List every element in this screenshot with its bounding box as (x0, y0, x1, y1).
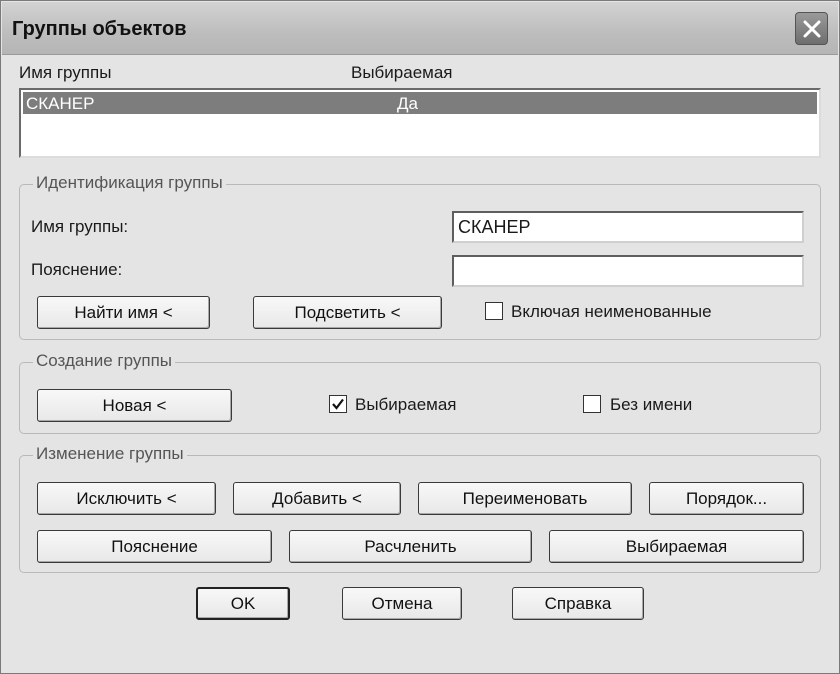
rename-button[interactable]: Переименовать (418, 482, 632, 515)
checkmark-icon (332, 398, 344, 410)
ok-button[interactable]: OK (196, 587, 290, 620)
unnamed-label: Без имени (610, 395, 693, 414)
create-title: Создание группы (33, 351, 175, 371)
description-field[interactable] (452, 255, 804, 287)
identification-title: Идентификация группы (33, 173, 226, 193)
description-button[interactable]: Пояснение (37, 530, 272, 563)
groups-list[interactable]: СКАНЕР Да (19, 88, 821, 158)
unnamed-checkbox[interactable] (583, 395, 601, 413)
help-button[interactable]: Справка (512, 587, 644, 620)
new-group-button[interactable]: Новая < (37, 389, 232, 422)
selectable-label: Выбираемая (355, 395, 457, 414)
cancel-button[interactable]: Отмена (342, 587, 462, 620)
selectable-checkbox[interactable] (329, 395, 347, 413)
dialog-window: Группы объектов Имя группы Выбираемая СК… (0, 0, 840, 674)
list-item-name: СКАНЕР (26, 94, 95, 113)
include-unnamed-label: Включая неименованные (511, 302, 712, 321)
list-item[interactable]: СКАНЕР Да (23, 92, 817, 114)
order-button[interactable]: Порядок... (649, 482, 804, 515)
group-name-field[interactable]: СКАНЕР (452, 211, 804, 243)
remove-button[interactable]: Исключить < (37, 482, 216, 515)
add-button[interactable]: Добавить < (233, 482, 401, 515)
title-bar: Группы объектов (2, 2, 838, 55)
modify-title: Изменение группы (33, 444, 187, 464)
selectable-toggle-button[interactable]: Выбираемая (549, 530, 804, 563)
group-name-label: Имя группы: (31, 217, 129, 236)
window-title: Группы объектов (12, 18, 187, 40)
find-name-button[interactable]: Найти имя < (37, 296, 210, 329)
highlight-button[interactable]: Подсветить < (253, 296, 442, 329)
close-button[interactable] (795, 12, 828, 45)
description-label: Пояснение: (31, 260, 123, 279)
close-icon (803, 20, 820, 37)
include-unnamed-checkbox[interactable] (485, 302, 503, 320)
explode-button[interactable]: Расчленить (289, 530, 532, 563)
column-header-name[interactable]: Имя группы (19, 63, 111, 83)
column-header-selectable[interactable]: Выбираемая (351, 63, 453, 83)
list-item-selectable: Да (397, 94, 418, 113)
